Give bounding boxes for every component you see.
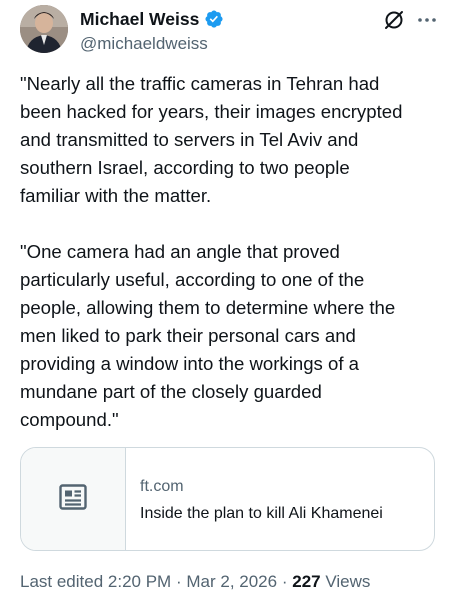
last-edited-time[interactable]: Last edited 2:20 PM [20, 572, 171, 591]
article-icon [59, 483, 87, 515]
meta-separator: · [281, 572, 288, 591]
tweet-header: Michael Weiss @michaeldweiss [20, 5, 440, 55]
tweet-date[interactable]: Mar 2, 2026 [186, 572, 277, 591]
verified-badge-icon [204, 9, 224, 29]
tweet-text: "Nearly all the traffic cameras in Tehra… [20, 70, 435, 434]
link-card-thumbnail [21, 448, 126, 550]
avatar-image [20, 5, 68, 53]
tweet-paragraph: "Nearly all the traffic cameras in Tehra… [20, 73, 403, 206]
author-names: Michael Weiss @michaeldweiss [80, 8, 224, 54]
link-card-domain: ft.com [140, 478, 184, 495]
avatar[interactable] [20, 5, 68, 53]
link-preview-card[interactable]: ft.com Inside the plan to kill Ali Khame… [20, 447, 435, 551]
author-handle[interactable]: @michaeldweiss [80, 34, 224, 54]
link-card-title: Inside the plan to kill Ali Khamenei [140, 505, 383, 522]
tweet-paragraph: "One camera had an angle that proved par… [20, 241, 396, 430]
views-label: Views [325, 572, 371, 591]
author-display-name[interactable]: Michael Weiss [80, 9, 199, 30]
link-card-text: ft.com Inside the plan to kill Ali Khame… [126, 448, 383, 550]
more-horizontal-icon[interactable] [415, 10, 439, 30]
meta-separator: · [175, 572, 182, 591]
tweet-meta: Last edited 2:20 PM · Mar 2, 2026 · 227 … [20, 572, 370, 592]
slashed-circle-icon[interactable] [383, 9, 405, 31]
views-count: 227 [292, 572, 321, 591]
